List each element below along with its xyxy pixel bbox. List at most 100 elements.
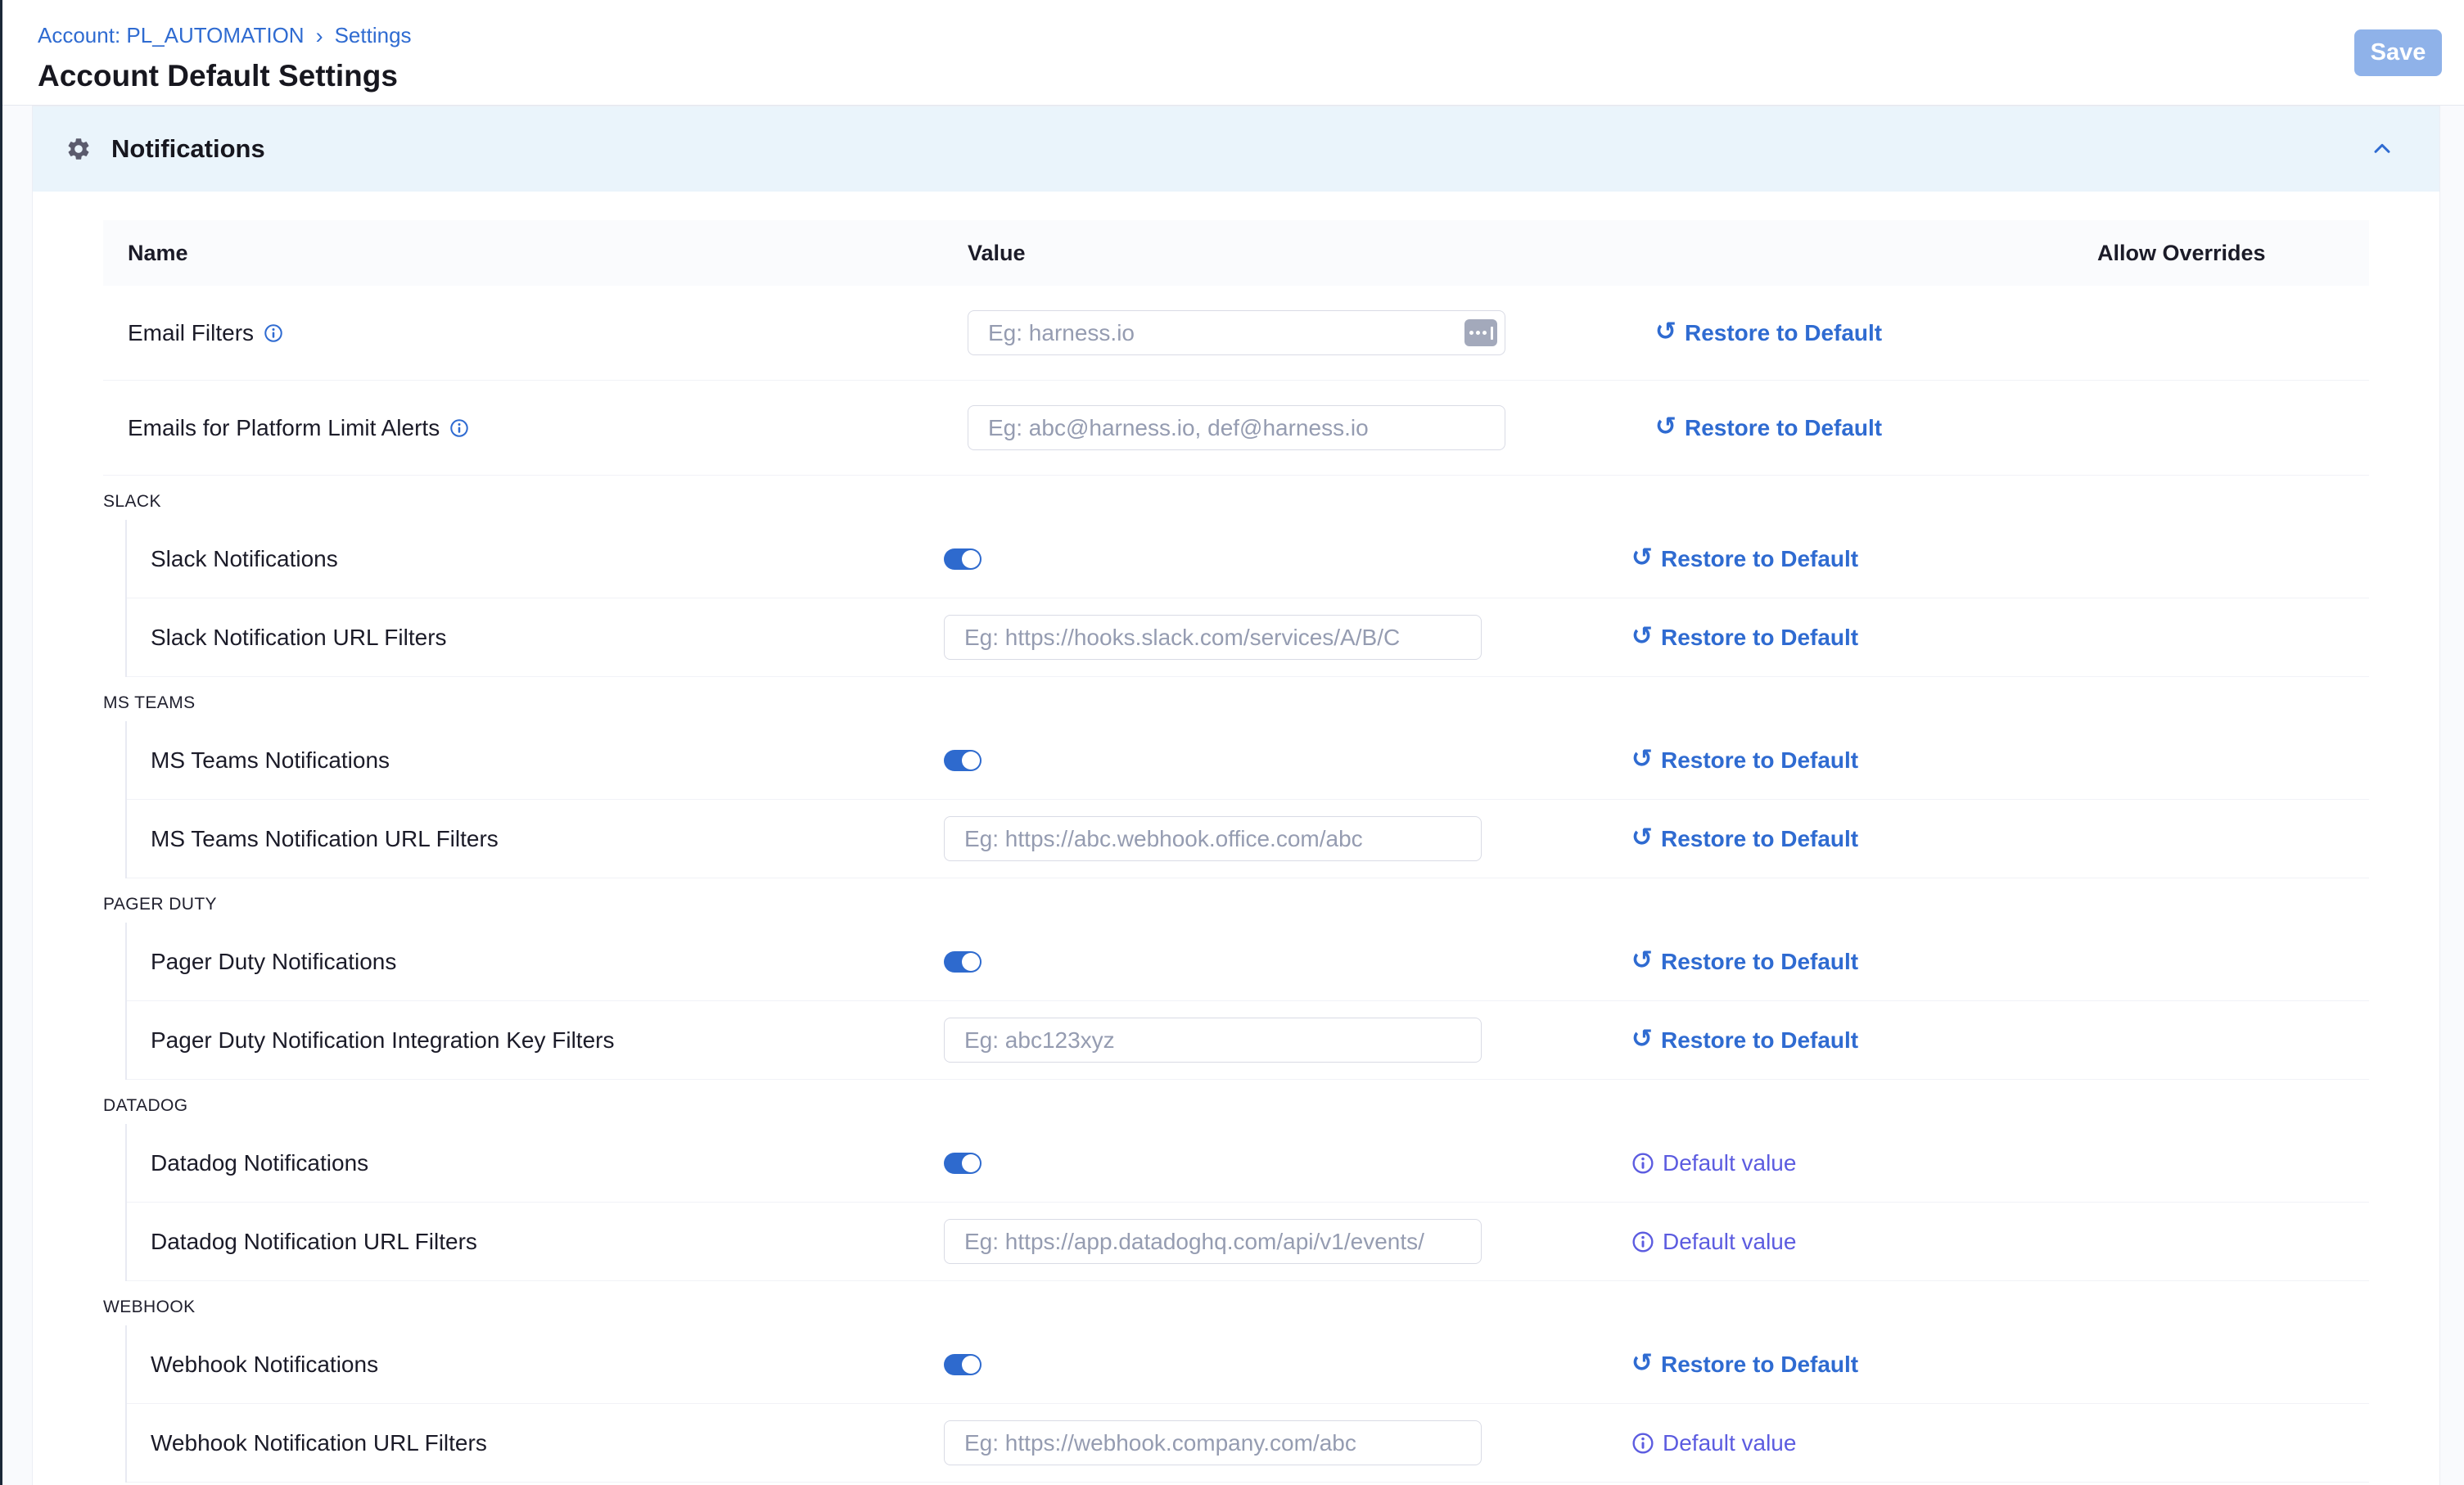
action-label: Default value (1663, 1229, 1796, 1255)
info-icon[interactable] (1631, 1152, 1654, 1175)
group-rows: Webhook Notifications ↺ Restore to Defau… (125, 1325, 2369, 1483)
restore-icon: ↺ (1631, 1027, 1653, 1054)
settings-row: Emails for Platform Limit Alerts ↺ Resto… (103, 381, 2369, 476)
setting-action-cell: ↺ Restore to Default (1631, 624, 2074, 652)
setting-value-cell (944, 816, 1631, 861)
webhook-notifications-toggle[interactable] (944, 1354, 982, 1375)
setting-label: Datadog Notification URL Filters (151, 1229, 477, 1255)
save-button[interactable]: Save (2354, 29, 2442, 76)
settings-group: SLACK Slack Notifications ↺ Restore to D… (103, 476, 2369, 677)
toggle-knob (962, 953, 980, 971)
group-label-datadog: DATADOG (103, 1080, 2369, 1124)
settings-card: Notifications Name Value Allow Overrides… (32, 106, 2440, 1485)
setting-name-cell: Email Filters (103, 320, 968, 346)
text-input-wrapper (944, 615, 1482, 660)
emails-for-platform-limit-alerts-input[interactable] (968, 405, 1505, 450)
restore-to-default-link[interactable]: ↺ Restore to Default (1631, 1027, 1858, 1054)
breadcrumb-separator-icon: › (316, 25, 323, 47)
breadcrumb-settings-link[interactable]: Settings (335, 23, 412, 48)
action-label: Restore to Default (1661, 747, 1858, 774)
ms-teams-notifications-toggle[interactable] (944, 750, 982, 771)
pager-duty-notifications-toggle[interactable] (944, 951, 982, 973)
settings-row: Pager Duty Notification Integration Key … (127, 1001, 2369, 1080)
setting-action-cell: ↺ Restore to Default (1631, 1351, 2074, 1379)
datadog-notifications-toggle[interactable] (944, 1153, 982, 1174)
action-label: Restore to Default (1685, 320, 1882, 346)
toggle-knob (962, 1154, 980, 1172)
action-label: Restore to Default (1661, 546, 1858, 572)
settings-row: Datadog Notifications Default value (127, 1124, 2369, 1203)
settings-row: MS Teams Notifications ↺ Restore to Defa… (127, 721, 2369, 800)
notifications-section-header[interactable]: Notifications (33, 106, 2439, 192)
info-icon[interactable] (1631, 1230, 1654, 1253)
email-filters-input[interactable] (968, 310, 1505, 355)
setting-value-cell (968, 405, 1655, 450)
page-title: Account Default Settings (38, 59, 2464, 93)
default-value-link[interactable]: Default value (1631, 1430, 1796, 1456)
setting-label: MS Teams Notifications (151, 747, 390, 774)
info-icon[interactable] (264, 323, 283, 343)
info-icon[interactable] (449, 418, 469, 438)
info-icon[interactable] (1631, 1432, 1654, 1455)
setting-action-cell: ↺ Restore to Default (1631, 545, 2074, 573)
setting-action-cell: ↺ Restore to Default (1655, 319, 2097, 347)
action-label: Restore to Default (1661, 949, 1858, 975)
default-value-link[interactable]: Default value (1631, 1229, 1796, 1255)
sidebar-edge (0, 0, 2, 1485)
group-rows: Pager Duty Notifications ↺ Restore to De… (125, 923, 2369, 1080)
column-header-allow-overrides: Allow Overrides (2097, 241, 2369, 266)
settings-row: Pager Duty Notifications ↺ Restore to De… (127, 923, 2369, 1001)
restore-to-default-link[interactable]: ↺ Restore to Default (1655, 319, 1882, 347)
restore-to-default-link[interactable]: ↺ Restore to Default (1631, 1351, 1858, 1379)
action-label: Restore to Default (1661, 625, 1858, 651)
setting-name-cell: Pager Duty Notification Integration Key … (127, 1027, 944, 1054)
group-label-ms-teams: MS TEAMS (103, 677, 2369, 721)
restore-icon: ↺ (1631, 747, 1653, 774)
setting-label: MS Teams Notification URL Filters (151, 826, 499, 852)
setting-action-cell: Default value (1631, 1430, 2074, 1456)
settings-row: Datadog Notification URL Filters Default… (127, 1203, 2369, 1281)
slack-notification-url-filters-input[interactable] (944, 615, 1482, 660)
setting-name-cell: Webhook Notification URL Filters (127, 1430, 944, 1456)
breadcrumb-account-link[interactable]: Account: PL_AUTOMATION (38, 23, 305, 48)
setting-value-cell (944, 1219, 1631, 1264)
action-label: Default value (1663, 1430, 1796, 1456)
ms-teams-notification-url-filters-input[interactable] (944, 816, 1482, 861)
setting-name-cell: Slack Notification URL Filters (127, 625, 944, 651)
text-input-wrapper (944, 1219, 1482, 1264)
chevron-up-icon[interactable] (2369, 136, 2395, 162)
webhook-notification-url-filters-input[interactable] (944, 1420, 1482, 1465)
setting-value-cell (944, 548, 1631, 570)
restore-to-default-link[interactable]: ↺ Restore to Default (1631, 948, 1858, 976)
restore-to-default-link[interactable]: ↺ Restore to Default (1655, 414, 1882, 442)
pager-duty-notification-integration-key-filters-input[interactable] (944, 1018, 1482, 1063)
setting-name-cell: MS Teams Notification URL Filters (127, 826, 944, 852)
value-type-selector-icon[interactable] (1464, 319, 1497, 346)
datadog-notification-url-filters-input[interactable] (944, 1219, 1482, 1264)
setting-label: Datadog Notifications (151, 1150, 368, 1176)
settings-rows: Email Filters ↺ Restore to Default Email… (103, 286, 2369, 1483)
text-input-wrapper (968, 310, 1505, 355)
slack-notifications-toggle[interactable] (944, 548, 982, 570)
setting-name-cell: Datadog Notification URL Filters (127, 1229, 944, 1255)
settings-row: MS Teams Notification URL Filters ↺ Rest… (127, 800, 2369, 878)
settings-row: Slack Notifications ↺ Restore to Default (127, 520, 2369, 598)
toggle-knob (962, 1356, 980, 1374)
setting-action-cell: ↺ Restore to Default (1631, 948, 2074, 976)
setting-name-cell: MS Teams Notifications (127, 747, 944, 774)
page-header: Account: PL_AUTOMATION › Settings Accoun… (0, 0, 2464, 106)
settings-row: Slack Notification URL Filters ↺ Restore… (127, 598, 2369, 677)
group-label-slack: SLACK (103, 476, 2369, 520)
setting-value-cell (944, 615, 1631, 660)
setting-label: Pager Duty Notification Integration Key … (151, 1027, 614, 1054)
restore-to-default-link[interactable]: ↺ Restore to Default (1631, 624, 1858, 652)
text-input-wrapper (968, 405, 1505, 450)
default-value-link[interactable]: Default value (1631, 1150, 1796, 1176)
restore-to-default-link[interactable]: ↺ Restore to Default (1631, 825, 1858, 853)
setting-label: Slack Notifications (151, 546, 338, 572)
restore-to-default-link[interactable]: ↺ Restore to Default (1631, 747, 1858, 774)
restore-to-default-link[interactable]: ↺ Restore to Default (1631, 545, 1858, 573)
action-label: Default value (1663, 1150, 1796, 1176)
column-header-name: Name (103, 241, 968, 266)
settings-group: MS TEAMS MS Teams Notifications ↺ Restor… (103, 677, 2369, 878)
